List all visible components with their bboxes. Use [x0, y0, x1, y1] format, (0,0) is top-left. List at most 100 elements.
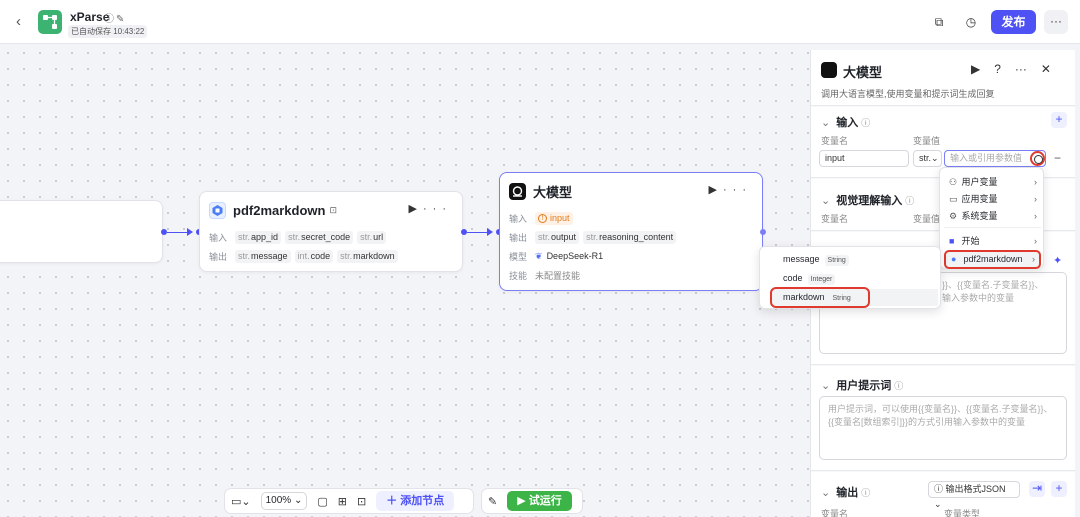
section-title[interactable]: ⌄ 输入 ⓘ [821, 114, 870, 130]
node-icon [209, 201, 226, 219]
chevron-right-icon: › [1034, 211, 1037, 221]
more-button[interactable]: ··· [1044, 10, 1068, 34]
node-outputs-row: 输出 str. output str. reasoning_content [509, 230, 680, 244]
import-icon[interactable]: ⇥ [1029, 481, 1045, 497]
chevron-down-icon: ⌄ [821, 487, 831, 499]
panel-header: 大模型 ▶ ? ··· ✕ 调用大语言模型,使用变量和提示词生成回复 [811, 50, 1075, 106]
input-pill: str. secret_code [285, 230, 354, 244]
edit-icon[interactable]: ✎ [116, 14, 126, 25]
remove-input-icon[interactable]: − [1054, 151, 1061, 165]
minimap-icon[interactable]: ▭⌄ [231, 495, 251, 508]
app-logo [38, 10, 62, 34]
var-name-input[interactable]: input [819, 150, 909, 167]
autosave-status: 已自动保存 10:43:22 [68, 25, 148, 38]
sparkle-icon[interactable]: ✦ [1053, 254, 1062, 267]
gear-icon: ⚙ [949, 211, 958, 221]
add-output-button[interactable]: + [1051, 481, 1067, 497]
input-pill: str. url [357, 230, 387, 244]
submenu-item-code[interactable]: code Integer [770, 270, 938, 287]
chevron-right-icon: › [1032, 254, 1035, 264]
panel-description: 调用大语言模型,使用变量和提示词生成回复 [821, 89, 995, 99]
edge-arrow-icon [487, 228, 493, 236]
node-icon: ● [951, 254, 957, 264]
reference-variable-button[interactable] [1030, 151, 1045, 166]
start-icon: ■ [949, 236, 955, 246]
input-pill: str. app_id [235, 230, 282, 244]
node-title: 大模型 [533, 184, 573, 200]
info-icon[interactable]: ⓘ [104, 14, 116, 25]
chevron-left-icon[interactable]: ‹ [16, 13, 21, 30]
more-icon[interactable]: ··· [1015, 62, 1027, 76]
debug-icon[interactable]: ✎ [488, 495, 497, 508]
play-icon[interactable]: ▶ [971, 62, 980, 76]
publish-button[interactable]: 发布 [991, 10, 1036, 34]
user-prompt-section: ⌄ 用户提示词 ⓘ 用户提示词，可以使用{{变量名}}、{{变量名.子变量名}}、 … [811, 366, 1075, 471]
panel-title: 大模型 [843, 65, 883, 80]
var-type-select[interactable]: str.⌄ [913, 150, 942, 167]
add-input-button[interactable]: + [1051, 112, 1067, 128]
menu-item-user-vars[interactable]: ⚇ 用户变量 › [944, 174, 1041, 191]
zoom-select[interactable]: 100% ⌄ [260, 492, 308, 510]
menu-item-pdf2markdown[interactable]: ● pdf2markdown › [944, 250, 1041, 269]
chevron-right-icon: › [1034, 194, 1037, 204]
reference-menu: ⚇ 用户变量 › ▭ 应用变量 › ⚙ 系统变量 › ■ 开始 › ● pdf2mark… [939, 167, 1044, 269]
output-pill: str. output [535, 230, 580, 244]
comment-icon[interactable]: ▢ [317, 495, 327, 508]
menu-item-app-vars[interactable]: ▭ 应用变量 › [944, 191, 1041, 208]
chevron-right-icon: › [1034, 236, 1037, 246]
llm-icon [821, 62, 837, 78]
chevron-down-icon: ⌄ [821, 195, 831, 207]
node-outputs-row: 输出 str. message int. code str. markdown [209, 249, 402, 263]
user-icon: ⚇ [949, 177, 958, 187]
menu-item-start[interactable]: ■ 开始 › [944, 233, 1041, 250]
close-icon[interactable]: ✕ [1041, 62, 1051, 76]
add-node-button[interactable]: ＋ 添加节点 [376, 491, 455, 511]
run-toolbar: ✎ ▶ 试运行 [481, 488, 583, 514]
output-pill: int. code [294, 249, 334, 263]
layout-icon[interactable]: ⊞ [338, 495, 347, 508]
node-skill-row: 技能 未配置技能 [509, 270, 581, 281]
history-icon[interactable]: ◷ [962, 13, 980, 31]
variable-submenu: message String code Integer markdown String [759, 246, 941, 309]
folder-icon: ▭ [949, 194, 958, 204]
more-icon[interactable]: ··· [423, 203, 452, 215]
section-title[interactable]: ⌄ 输出 ⓘ [821, 484, 870, 500]
node-llm[interactable]: 大模型 ▶··· 输入 ! input 输出 str. output str. rea… [499, 172, 763, 291]
deepseek-icon: ❦ [535, 250, 543, 261]
node-title: pdf2markdown [233, 202, 326, 218]
fit-icon[interactable]: ⊡ [357, 495, 366, 508]
play-icon[interactable]: ▶ [709, 184, 723, 196]
output-port[interactable] [760, 229, 766, 235]
more-icon[interactable]: ··· [723, 184, 752, 196]
workflow-icon [43, 15, 57, 29]
output-pill: str. message [235, 249, 291, 263]
output-format-select[interactable]: ⓘ 输出格式JSON ⌄ [928, 481, 1020, 509]
info-icon: ⓘ [905, 196, 915, 206]
copy-icon[interactable]: ⧉ [930, 13, 948, 31]
test-run-button[interactable]: ▶ 试运行 [507, 491, 572, 511]
section-title[interactable]: ⌄ 视觉理解输入 ⓘ [821, 192, 914, 208]
info-icon: ⓘ [861, 488, 871, 498]
canvas-toolbar: ▭⌄ 100% ⌄ ▢ ⊞ ⊡ ＋ 添加节点 [224, 488, 474, 514]
node-inputs-row: 输入 ! input [509, 211, 577, 225]
help-icon[interactable]: ? [994, 62, 1001, 76]
output-pill: str. reasoning_content [583, 230, 677, 244]
chevron-right-icon: › [1034, 177, 1037, 187]
section-title[interactable]: ⌄ 用户提示词 ⓘ [821, 377, 903, 393]
info-icon: ⓘ [861, 118, 871, 128]
play-icon[interactable]: ▶ [409, 203, 423, 215]
node-pdf2markdown[interactable]: pdf2markdown ⊡ ▶··· 输入 str. app_id str. se… [199, 191, 463, 272]
warning-icon: ! [538, 213, 548, 223]
submenu-item-message[interactable]: message String [770, 251, 938, 268]
output-section: ⌄ 输出 ⓘ ⓘ 输出格式JSON ⌄ ⇥ + 变量名 变量类型 [811, 472, 1075, 517]
llm-icon [509, 182, 526, 200]
edge-arrow-icon [187, 228, 193, 236]
info-icon: ⓘ [894, 381, 904, 391]
previous-node[interactable] [0, 200, 163, 263]
menu-item-system-vars[interactable]: ⚙ 系统变量 › [944, 208, 1041, 225]
edge-line [167, 232, 189, 233]
user-prompt-input[interactable]: 用户提示词，可以使用{{变量名}}、{{变量名.子变量名}}、 {{变量名[数组… [819, 396, 1067, 460]
top-bar: ‹ xParse ⓘ✎ 已自动保存 10:43:22 ⧉ ◷ 发布 ··· [0, 0, 1080, 44]
input-pill: ! input [535, 211, 573, 225]
highlight-box [770, 287, 870, 308]
